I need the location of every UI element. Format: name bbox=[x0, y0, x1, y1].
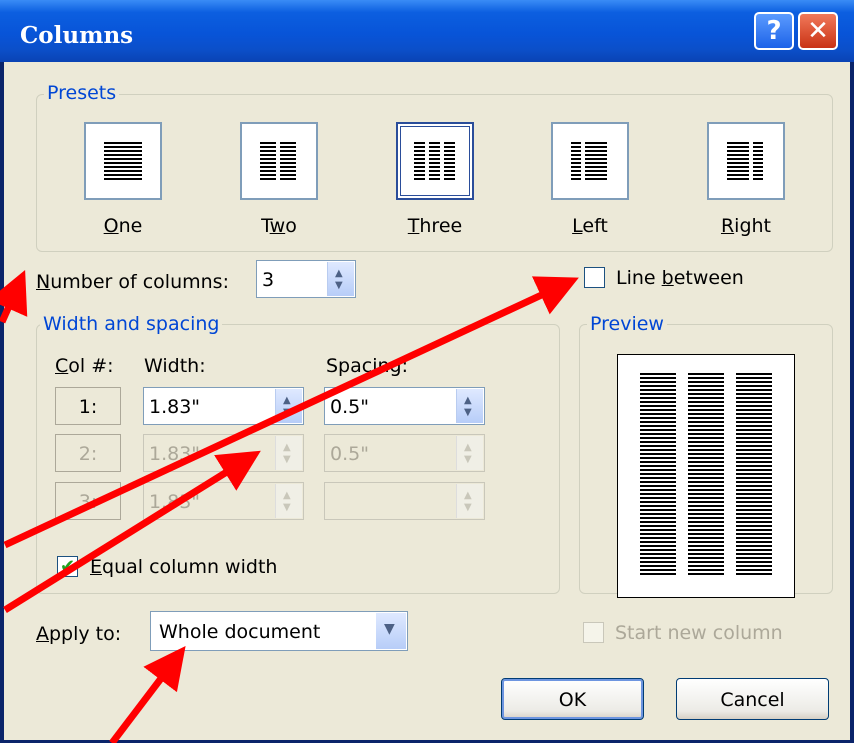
col-3-spacing-spinner: ▲ ▼ bbox=[456, 484, 483, 518]
ok-button[interactable]: OK bbox=[501, 678, 644, 720]
equal-width-label: Equal column width bbox=[90, 556, 278, 578]
col-number-header: Col #: bbox=[55, 355, 114, 377]
line-between-checkbox[interactable] bbox=[584, 267, 605, 288]
preset-three-label: Three bbox=[407, 215, 463, 237]
width-header: Width: bbox=[144, 355, 206, 377]
spin-down-icon: ▼ bbox=[283, 502, 291, 513]
col-1-label: 1: bbox=[55, 387, 121, 425]
number-of-columns-value: 3 bbox=[262, 269, 275, 291]
preset-three-icon-col1 bbox=[414, 142, 425, 182]
width-spacing-legend: Width and spacing bbox=[40, 313, 223, 335]
col-3-width-value: 1.83" bbox=[149, 491, 201, 513]
preset-right[interactable] bbox=[707, 122, 785, 200]
checkmark-icon: ✔ bbox=[59, 555, 76, 577]
close-button[interactable]: ✕ bbox=[798, 12, 838, 50]
spin-down-icon: ▼ bbox=[283, 454, 291, 465]
apply-to-dropdown-button[interactable]: ▼ bbox=[376, 613, 406, 649]
dialog-title: Columns bbox=[20, 22, 134, 49]
columns-dialog: Columns ? ✕ Presets One Two Three Left R… bbox=[0, 0, 854, 743]
spin-down-icon: ▼ bbox=[464, 502, 472, 513]
spacing-header: Spacing: bbox=[326, 355, 408, 377]
number-of-columns-spinner[interactable]: ▲ ▼ bbox=[327, 262, 354, 296]
apply-to-value: Whole document bbox=[159, 621, 321, 643]
col-3-width-input: 1.83" ▲ ▼ bbox=[143, 482, 304, 520]
preset-one-icon bbox=[104, 142, 142, 182]
preset-left-icon-col2 bbox=[585, 142, 607, 182]
col-2-width-spinner: ▲ ▼ bbox=[275, 436, 302, 470]
spin-up-icon: ▲ bbox=[335, 268, 343, 279]
apply-to-label: Apply to: bbox=[36, 623, 122, 645]
preset-two-icon-col2 bbox=[280, 142, 296, 182]
preset-two-label: Two bbox=[261, 215, 297, 237]
col-1-spacing-spinner[interactable]: ▲ ▼ bbox=[456, 389, 483, 423]
preset-three-icon-col3 bbox=[444, 142, 455, 182]
col-2-width-input: 1.83" ▲ ▼ bbox=[143, 434, 304, 472]
line-between-label: Line between bbox=[616, 267, 744, 289]
spin-up-icon: ▲ bbox=[283, 442, 291, 453]
preset-right-icon-col2 bbox=[753, 142, 763, 182]
spin-down-icon: ▼ bbox=[464, 454, 472, 465]
spin-down-icon: ▼ bbox=[335, 280, 343, 291]
preset-three[interactable] bbox=[396, 122, 474, 200]
spin-up-icon: ▲ bbox=[464, 442, 472, 453]
preset-one-label: One bbox=[103, 215, 143, 237]
equal-width-checkbox[interactable]: ✔ bbox=[57, 556, 78, 577]
preset-left[interactable] bbox=[551, 122, 629, 200]
number-of-columns-label: Number of columns: bbox=[36, 271, 229, 293]
spin-down-icon: ▼ bbox=[464, 407, 472, 418]
col-3-width-spinner: ▲ ▼ bbox=[275, 484, 302, 518]
spin-up-icon: ▲ bbox=[283, 490, 291, 501]
close-icon: ✕ bbox=[807, 16, 829, 46]
title-bar[interactable]: Columns ? ✕ bbox=[0, 0, 854, 62]
number-of-columns-input[interactable]: 3 ▲ ▼ bbox=[256, 260, 356, 298]
col-1-spacing-input[interactable]: 0.5" ▲ ▼ bbox=[324, 387, 485, 425]
preset-three-icon-col2 bbox=[429, 142, 440, 182]
preview-column-2 bbox=[688, 373, 724, 577]
cancel-button[interactable]: Cancel bbox=[676, 678, 829, 720]
start-new-column-label: Start new column bbox=[615, 622, 783, 644]
preset-one[interactable] bbox=[84, 122, 162, 200]
col-1-width-value: 1.83" bbox=[149, 396, 201, 418]
help-icon: ? bbox=[766, 16, 782, 46]
col-3-label: 3: bbox=[55, 482, 121, 520]
col-1-width-spinner[interactable]: ▲ ▼ bbox=[275, 389, 302, 423]
preset-left-icon-col1 bbox=[571, 142, 581, 182]
col-1-width-input[interactable]: 1.83" ▲ ▼ bbox=[143, 387, 304, 425]
preview-page bbox=[617, 354, 795, 598]
preset-two-icon-col1 bbox=[260, 142, 276, 182]
col-2-spacing-input: 0.5" ▲ ▼ bbox=[324, 434, 485, 472]
presets-legend: Presets bbox=[44, 82, 120, 104]
preview-column-3 bbox=[736, 373, 772, 577]
preset-two[interactable] bbox=[240, 122, 318, 200]
chevron-down-icon: ▼ bbox=[384, 621, 395, 637]
col-2-spacing-value: 0.5" bbox=[330, 443, 369, 465]
preview-legend: Preview bbox=[587, 313, 667, 335]
col-2-spacing-spinner: ▲ ▼ bbox=[456, 436, 483, 470]
col-2-width-value: 1.83" bbox=[149, 443, 201, 465]
preset-right-icon-col1 bbox=[727, 142, 749, 182]
spin-up-icon: ▲ bbox=[283, 395, 291, 406]
col-1-spacing-value: 0.5" bbox=[330, 396, 369, 418]
col-2-label: 2: bbox=[55, 434, 121, 472]
preset-left-label: Left bbox=[572, 215, 608, 237]
preview-column-1 bbox=[640, 373, 676, 577]
preset-right-label: Right bbox=[720, 215, 772, 237]
apply-to-select[interactable]: Whole document ▼ bbox=[150, 611, 408, 651]
spin-down-icon: ▼ bbox=[283, 407, 291, 418]
help-button[interactable]: ? bbox=[754, 12, 794, 50]
start-new-column-checkbox bbox=[583, 622, 604, 643]
spin-up-icon: ▲ bbox=[464, 395, 472, 406]
spin-up-icon: ▲ bbox=[464, 490, 472, 501]
col-3-spacing-input: ▲ ▼ bbox=[324, 482, 485, 520]
